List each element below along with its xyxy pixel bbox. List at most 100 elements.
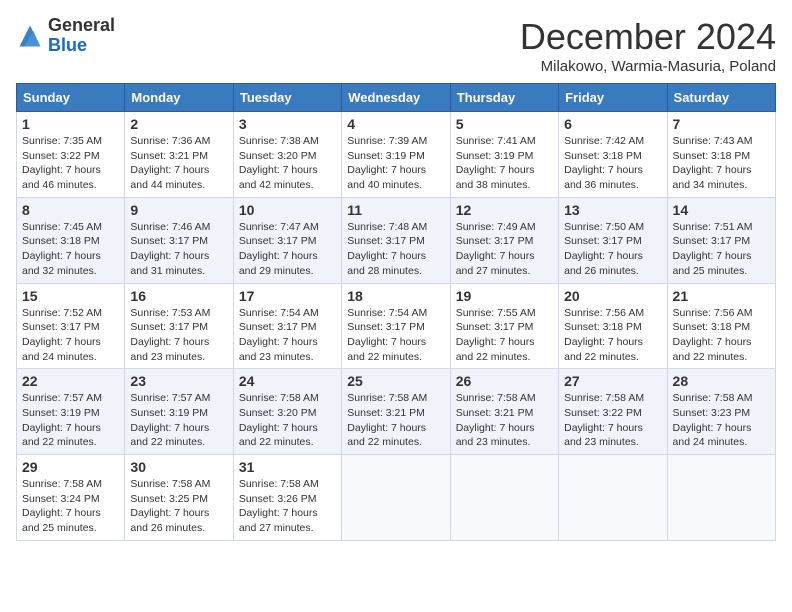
- calendar-day-cell: 18 Sunrise: 7:54 AMSunset: 3:17 PMDaylig…: [342, 283, 450, 369]
- day-number: 21: [673, 288, 770, 304]
- day-number: 20: [564, 288, 661, 304]
- day-number: 19: [456, 288, 553, 304]
- calendar-day-cell: 2 Sunrise: 7:36 AMSunset: 3:21 PMDayligh…: [125, 112, 233, 198]
- calendar-day-cell: 14 Sunrise: 7:51 AMSunset: 3:17 PMDaylig…: [667, 197, 775, 283]
- cell-info: Sunrise: 7:41 AMSunset: 3:19 PMDaylight:…: [456, 135, 536, 191]
- day-number: 24: [239, 373, 336, 389]
- calendar-day-cell: 8 Sunrise: 7:45 AMSunset: 3:18 PMDayligh…: [17, 197, 125, 283]
- day-number: 12: [456, 202, 553, 218]
- day-number: 22: [22, 373, 119, 389]
- calendar-day-cell: 24 Sunrise: 7:58 AMSunset: 3:20 PMDaylig…: [233, 369, 341, 455]
- calendar-day-cell: 17 Sunrise: 7:54 AMSunset: 3:17 PMDaylig…: [233, 283, 341, 369]
- calendar-day-header: Friday: [559, 84, 667, 112]
- calendar-day-header: Monday: [125, 84, 233, 112]
- day-number: 28: [673, 373, 770, 389]
- day-number: 25: [347, 373, 444, 389]
- calendar-week-row: 29 Sunrise: 7:58 AMSunset: 3:24 PMDaylig…: [17, 455, 776, 541]
- cell-info: Sunrise: 7:46 AMSunset: 3:17 PMDaylight:…: [130, 221, 210, 277]
- day-number: 8: [22, 202, 119, 218]
- calendar-day-cell: 26 Sunrise: 7:58 AMSunset: 3:21 PMDaylig…: [450, 369, 558, 455]
- cell-info: Sunrise: 7:52 AMSunset: 3:17 PMDaylight:…: [22, 307, 102, 363]
- cell-info: Sunrise: 7:39 AMSunset: 3:19 PMDaylight:…: [347, 135, 427, 191]
- day-number: 31: [239, 459, 336, 475]
- day-number: 29: [22, 459, 119, 475]
- cell-info: Sunrise: 7:57 AMSunset: 3:19 PMDaylight:…: [22, 392, 102, 448]
- calendar-day-cell: 6 Sunrise: 7:42 AMSunset: 3:18 PMDayligh…: [559, 112, 667, 198]
- calendar-day-cell: 30 Sunrise: 7:58 AMSunset: 3:25 PMDaylig…: [125, 455, 233, 541]
- calendar-week-row: 22 Sunrise: 7:57 AMSunset: 3:19 PMDaylig…: [17, 369, 776, 455]
- calendar-day-cell: 29 Sunrise: 7:58 AMSunset: 3:24 PMDaylig…: [17, 455, 125, 541]
- day-number: 17: [239, 288, 336, 304]
- calendar-day-cell: [667, 455, 775, 541]
- cell-info: Sunrise: 7:55 AMSunset: 3:17 PMDaylight:…: [456, 307, 536, 363]
- cell-info: Sunrise: 7:36 AMSunset: 3:21 PMDaylight:…: [130, 135, 210, 191]
- cell-info: Sunrise: 7:58 AMSunset: 3:21 PMDaylight:…: [347, 392, 427, 448]
- calendar-day-cell: 20 Sunrise: 7:56 AMSunset: 3:18 PMDaylig…: [559, 283, 667, 369]
- day-number: 7: [673, 116, 770, 132]
- calendar-week-row: 8 Sunrise: 7:45 AMSunset: 3:18 PMDayligh…: [17, 197, 776, 283]
- page-header: General Blue December 2024 Milakowo, War…: [16, 16, 776, 75]
- calendar-header-row: SundayMondayTuesdayWednesdayThursdayFrid…: [17, 84, 776, 112]
- calendar-day-cell: 4 Sunrise: 7:39 AMSunset: 3:19 PMDayligh…: [342, 112, 450, 198]
- cell-info: Sunrise: 7:58 AMSunset: 3:22 PMDaylight:…: [564, 392, 644, 448]
- cell-info: Sunrise: 7:35 AMSunset: 3:22 PMDaylight:…: [22, 135, 102, 191]
- day-number: 13: [564, 202, 661, 218]
- calendar-day-cell: 19 Sunrise: 7:55 AMSunset: 3:17 PMDaylig…: [450, 283, 558, 369]
- cell-info: Sunrise: 7:57 AMSunset: 3:19 PMDaylight:…: [130, 392, 210, 448]
- calendar-day-cell: 5 Sunrise: 7:41 AMSunset: 3:19 PMDayligh…: [450, 112, 558, 198]
- calendar-day-cell: 21 Sunrise: 7:56 AMSunset: 3:18 PMDaylig…: [667, 283, 775, 369]
- day-number: 6: [564, 116, 661, 132]
- cell-info: Sunrise: 7:56 AMSunset: 3:18 PMDaylight:…: [564, 307, 644, 363]
- calendar-day-cell: 28 Sunrise: 7:58 AMSunset: 3:23 PMDaylig…: [667, 369, 775, 455]
- day-number: 15: [22, 288, 119, 304]
- day-number: 16: [130, 288, 227, 304]
- calendar-week-row: 15 Sunrise: 7:52 AMSunset: 3:17 PMDaylig…: [17, 283, 776, 369]
- calendar-day-header: Sunday: [17, 84, 125, 112]
- cell-info: Sunrise: 7:51 AMSunset: 3:17 PMDaylight:…: [673, 221, 753, 277]
- calendar-day-cell: 3 Sunrise: 7:38 AMSunset: 3:20 PMDayligh…: [233, 112, 341, 198]
- day-number: 26: [456, 373, 553, 389]
- cell-info: Sunrise: 7:58 AMSunset: 3:23 PMDaylight:…: [673, 392, 753, 448]
- calendar-day-cell: 1 Sunrise: 7:35 AMSunset: 3:22 PMDayligh…: [17, 112, 125, 198]
- logo-icon: [16, 22, 44, 50]
- day-number: 3: [239, 116, 336, 132]
- cell-info: Sunrise: 7:58 AMSunset: 3:24 PMDaylight:…: [22, 478, 102, 534]
- day-number: 9: [130, 202, 227, 218]
- day-number: 14: [673, 202, 770, 218]
- day-number: 18: [347, 288, 444, 304]
- cell-info: Sunrise: 7:53 AMSunset: 3:17 PMDaylight:…: [130, 307, 210, 363]
- calendar-day-header: Tuesday: [233, 84, 341, 112]
- calendar-day-cell: 27 Sunrise: 7:58 AMSunset: 3:22 PMDaylig…: [559, 369, 667, 455]
- calendar-day-cell: 15 Sunrise: 7:52 AMSunset: 3:17 PMDaylig…: [17, 283, 125, 369]
- calendar-day-cell: 11 Sunrise: 7:48 AMSunset: 3:17 PMDaylig…: [342, 197, 450, 283]
- day-number: 23: [130, 373, 227, 389]
- calendar-day-cell: [450, 455, 558, 541]
- calendar-day-cell: 13 Sunrise: 7:50 AMSunset: 3:17 PMDaylig…: [559, 197, 667, 283]
- day-number: 2: [130, 116, 227, 132]
- logo: General Blue: [16, 16, 115, 56]
- month-title: December 2024: [520, 16, 776, 58]
- day-number: 10: [239, 202, 336, 218]
- calendar-day-cell: 25 Sunrise: 7:58 AMSunset: 3:21 PMDaylig…: [342, 369, 450, 455]
- calendar-day-cell: 22 Sunrise: 7:57 AMSunset: 3:19 PMDaylig…: [17, 369, 125, 455]
- cell-info: Sunrise: 7:54 AMSunset: 3:17 PMDaylight:…: [239, 307, 319, 363]
- location-subtitle: Milakowo, Warmia-Masuria, Poland: [520, 58, 776, 75]
- day-number: 5: [456, 116, 553, 132]
- cell-info: Sunrise: 7:48 AMSunset: 3:17 PMDaylight:…: [347, 221, 427, 277]
- cell-info: Sunrise: 7:58 AMSunset: 3:26 PMDaylight:…: [239, 478, 319, 534]
- title-block: December 2024 Milakowo, Warmia-Masuria, …: [520, 16, 776, 75]
- cell-info: Sunrise: 7:38 AMSunset: 3:20 PMDaylight:…: [239, 135, 319, 191]
- cell-info: Sunrise: 7:49 AMSunset: 3:17 PMDaylight:…: [456, 221, 536, 277]
- logo-general-text: General: [48, 15, 115, 35]
- day-number: 1: [22, 116, 119, 132]
- calendar-day-cell: [559, 455, 667, 541]
- calendar-day-header: Wednesday: [342, 84, 450, 112]
- cell-info: Sunrise: 7:45 AMSunset: 3:18 PMDaylight:…: [22, 221, 102, 277]
- logo-blue-text: Blue: [48, 35, 87, 55]
- day-number: 27: [564, 373, 661, 389]
- day-number: 4: [347, 116, 444, 132]
- cell-info: Sunrise: 7:54 AMSunset: 3:17 PMDaylight:…: [347, 307, 427, 363]
- cell-info: Sunrise: 7:43 AMSunset: 3:18 PMDaylight:…: [673, 135, 753, 191]
- calendar-day-cell: 23 Sunrise: 7:57 AMSunset: 3:19 PMDaylig…: [125, 369, 233, 455]
- cell-info: Sunrise: 7:47 AMSunset: 3:17 PMDaylight:…: [239, 221, 319, 277]
